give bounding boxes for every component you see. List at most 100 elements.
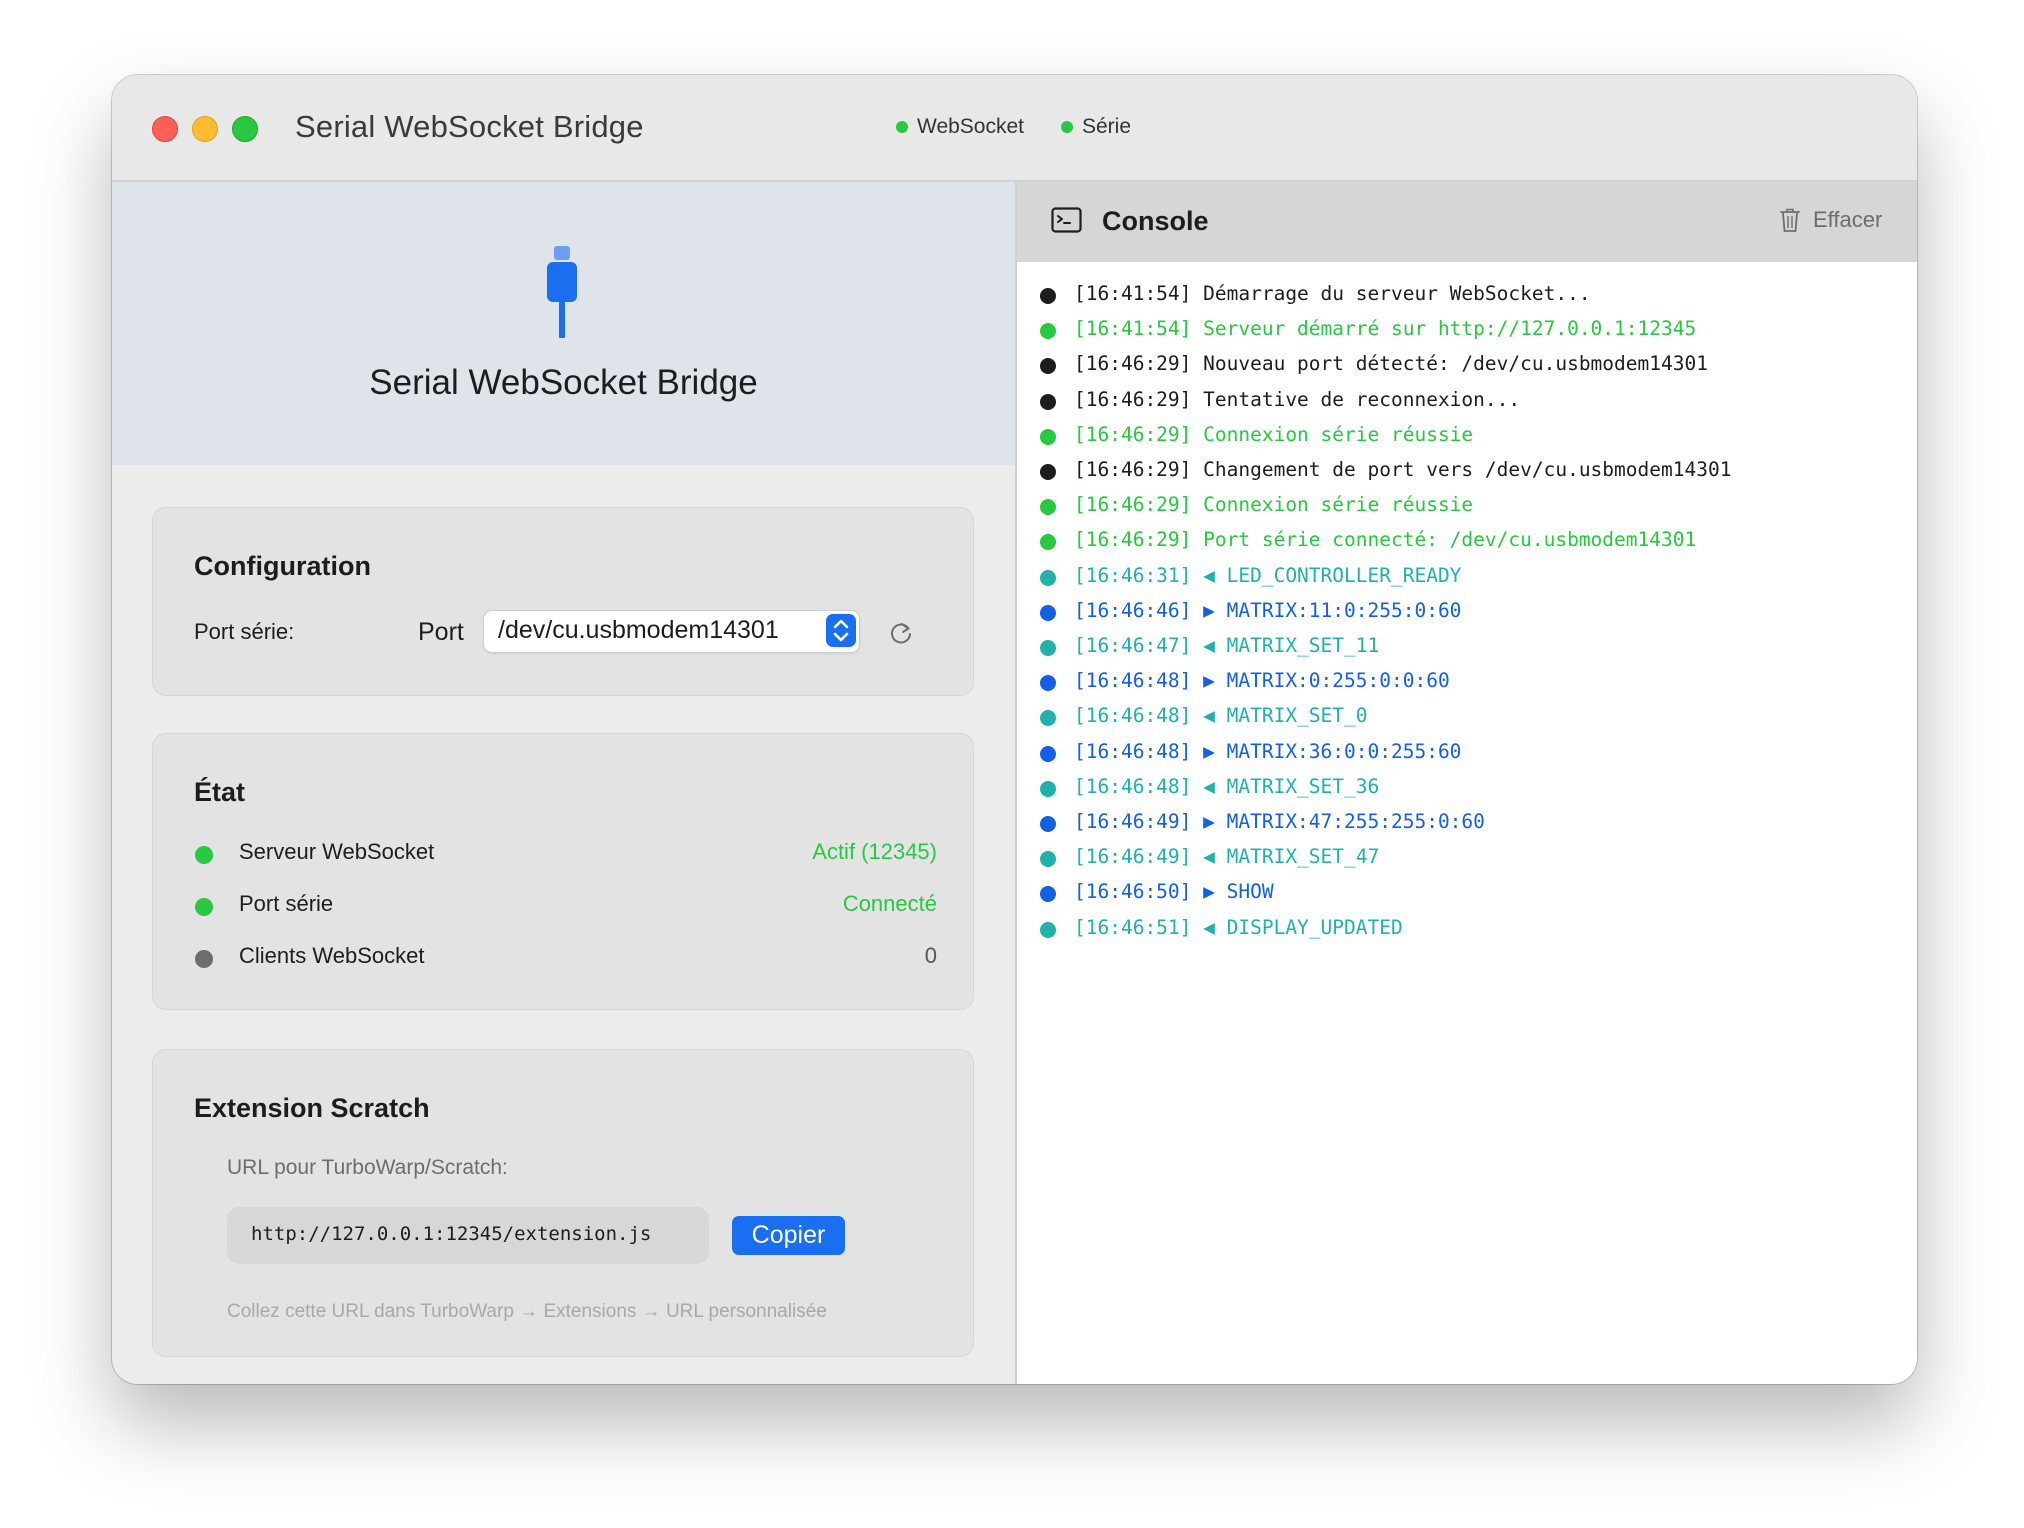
status-dot-icon	[195, 898, 213, 916]
port-label: Port série:	[194, 619, 295, 644]
console-line: [16:46:29] Connexion série réussie	[1017, 493, 1897, 525]
extension-hint: Collez cette URL dans TurboWarp → Extens…	[227, 1301, 827, 1322]
log-dot-icon	[1040, 428, 1056, 445]
status-dot-icon	[195, 950, 213, 968]
port-select[interactable]: /dev/cu.usbmodem14301	[483, 610, 860, 653]
console-line-text: [16:46:48] ◀ MATRIX_SET_0	[1074, 704, 1368, 728]
console-line: [16:46:29] Port série connecté: /dev/cu.…	[1017, 528, 1897, 560]
extension-url-field[interactable]: http://127.0.0.1:12345/extension.js	[227, 1207, 709, 1264]
selected-port: /dev/cu.usbmodem14301	[498, 616, 779, 644]
port-picker-label: Port	[418, 618, 464, 646]
console-line: [16:46:48] ▶ MATRIX:0:255:0:0:60	[1017, 669, 1897, 701]
console-line-text: [16:46:31] ◀ LED_CONTROLLER_READY	[1074, 563, 1462, 587]
header-status-label: WebSocket	[917, 115, 1024, 138]
console-line-text: [16:46:51] ◀ DISPLAY_UPDATED	[1074, 915, 1403, 939]
console-line: [16:46:29] Nouveau port détecté: /dev/cu…	[1017, 352, 1897, 384]
hero-title: Serial WebSocket Bridge	[369, 363, 758, 402]
minimize-window-button[interactable]	[192, 116, 218, 142]
console-line-text: [16:46:29] Nouveau port détecté: /dev/cu…	[1074, 352, 1708, 376]
log-dot-icon	[1040, 569, 1056, 586]
log-dot-icon	[1040, 745, 1056, 762]
log-dot-icon	[1040, 323, 1056, 340]
state-row-websocket-clients: Clients WebSocket 0	[195, 943, 937, 973]
log-dot-icon	[1040, 358, 1056, 375]
state-row-value: Actif (12345)	[812, 839, 937, 864]
status-dot-icon	[1061, 121, 1073, 133]
state-title: État	[194, 777, 246, 807]
trash-icon	[1780, 208, 1800, 232]
console-line: [16:41:54] Démarrage du serveur WebSocke…	[1017, 282, 1897, 314]
console-line-text: [16:46:48] ▶ MATRIX:36:0:0:255:60	[1074, 739, 1462, 763]
clear-button[interactable]: Effacer	[1779, 204, 1882, 236]
console-line-text: [16:46:49] ◀ MATRIX_SET_47	[1074, 845, 1380, 869]
extension-card: Extension Scratch URL pour TurboWarp/Scr…	[152, 1049, 974, 1357]
copy-button[interactable]: Copier	[732, 1216, 845, 1255]
log-dot-icon	[1040, 780, 1056, 797]
console-title: Console	[1102, 206, 1209, 236]
log-dot-icon	[1040, 886, 1056, 903]
log-dot-icon	[1040, 288, 1056, 304]
console-line: [16:46:48] ◀ MATRIX_SET_36	[1017, 775, 1897, 807]
console-line-text: [16:46:48] ▶ MATRIX:0:255:0:0:60	[1074, 669, 1450, 693]
console-line-text: [16:46:29] Port série connecté: /dev/cu.…	[1074, 528, 1697, 552]
console-line-text: [16:46:47] ◀ MATRIX_SET_11	[1074, 634, 1380, 657]
hero-banner: Serial WebSocket Bridge	[112, 182, 1015, 465]
console-line-text: [16:46:29] Tentative de reconnexion...	[1074, 387, 1521, 411]
title-bar: Serial WebSocket Bridge WebSocket Série	[112, 75, 1917, 182]
header-status-label: Série	[1082, 115, 1132, 138]
state-row-name: Port série	[239, 891, 334, 916]
log-dot-icon	[1040, 534, 1056, 551]
log-dot-icon	[1040, 604, 1056, 621]
extension-url-label: URL pour TurboWarp/Scratch:	[227, 1156, 508, 1179]
state-row-websocket-server: Serveur WebSocket Actif (12345)	[195, 839, 937, 869]
console-line: [16:46:47] ◀ MATRIX_SET_11	[1017, 634, 1897, 666]
console-line-text: [16:46:46] ▶ MATRIX:11:0:255:0:60	[1074, 598, 1462, 622]
log-dot-icon	[1040, 816, 1056, 832]
console-line-text: [16:46:29] Connexion série réussie	[1074, 493, 1474, 517]
close-window-button[interactable]	[152, 116, 178, 142]
console-line: [16:46:29] Connexion série réussie	[1017, 423, 1897, 455]
clear-button-label: Effacer	[1813, 207, 1883, 232]
state-row-serial-port: Port série Connecté	[195, 891, 937, 921]
state-row-value: 0	[924, 943, 937, 968]
console-line: [16:46:49] ▶ MATRIX:47:255:255:0:60	[1017, 810, 1897, 842]
console-line: [16:46:29] Changement de port vers /dev/…	[1017, 458, 1897, 490]
chevron-updown-icon	[826, 614, 856, 647]
console-line: [16:46:29] Tentative de reconnexion...	[1017, 388, 1897, 420]
log-dot-icon	[1040, 464, 1056, 480]
header-status-websocket: WebSocket	[896, 115, 1024, 139]
window-title: Serial WebSocket Bridge	[295, 109, 644, 144]
app-window: Serial WebSocket Bridge WebSocket Série …	[112, 75, 1917, 1384]
configuration-card: Configuration Port série: Port /dev/cu.u…	[152, 507, 974, 696]
log-dot-icon	[1040, 640, 1056, 656]
console-line-text: [16:46:29] Changement de port vers /dev/…	[1074, 458, 1732, 481]
state-row-value: Connecté	[842, 891, 937, 916]
log-dot-icon	[1040, 499, 1056, 516]
console-line: [16:46:50] ▶ SHOW	[1017, 880, 1897, 912]
refresh-icon[interactable]	[888, 620, 914, 646]
extension-title: Extension Scratch	[194, 1093, 430, 1123]
left-panel: Serial WebSocket Bridge Configuration Po…	[112, 182, 1015, 1384]
console-line: [16:46:49] ◀ MATRIX_SET_47	[1017, 845, 1897, 877]
terminal-icon	[1051, 207, 1082, 233]
status-dot-icon	[195, 846, 213, 864]
configuration-title: Configuration	[194, 551, 371, 581]
extension-url: http://127.0.0.1:12345/extension.js	[251, 1223, 652, 1245]
log-dot-icon	[1040, 675, 1056, 692]
log-dot-icon	[1040, 851, 1056, 868]
console-log[interactable]: [16:41:54] Démarrage du serveur WebSocke…	[1017, 262, 1917, 1384]
state-card: État Serveur WebSocket Actif (12345) Por…	[152, 733, 974, 1010]
usb-cable-icon	[547, 246, 577, 338]
zoom-window-button[interactable]	[232, 116, 258, 142]
console-line-text: [16:41:54] Démarrage du serveur WebSocke…	[1074, 282, 1591, 305]
console-header: Console Effacer	[1017, 182, 1917, 262]
log-dot-icon	[1040, 393, 1056, 410]
console-line-text: [16:41:54] Serveur démarré sur http://12…	[1074, 317, 1697, 341]
console-line: [16:46:48] ▶ MATRIX:36:0:0:255:60	[1017, 740, 1897, 772]
console-line: [16:46:48] ◀ MATRIX_SET_0	[1017, 704, 1897, 736]
console-line: [16:46:51] ◀ DISPLAY_UPDATED	[1017, 916, 1897, 948]
console-line: [16:41:54] Serveur démarré sur http://12…	[1017, 317, 1897, 349]
status-dot-icon	[896, 121, 908, 133]
log-dot-icon	[1040, 710, 1056, 727]
console-line-text: [16:46:29] Connexion série réussie	[1074, 422, 1474, 446]
